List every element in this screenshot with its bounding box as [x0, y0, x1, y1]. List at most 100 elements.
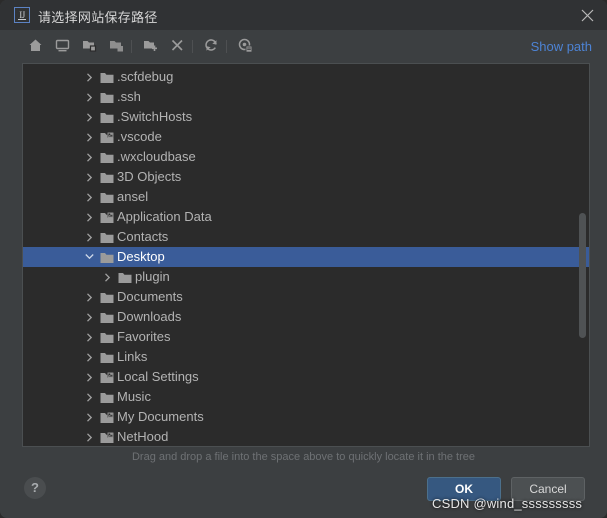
folder-icon — [100, 171, 114, 184]
tree-row[interactable]: My Documents — [23, 407, 589, 427]
tree-row-label: Application Data — [117, 209, 212, 224]
chevron-right-icon[interactable] — [82, 407, 96, 427]
tree-row-label: Desktop — [117, 249, 165, 264]
tree-row-label: My Documents — [117, 409, 204, 424]
folder-icon — [100, 151, 114, 164]
tree-row[interactable]: .scfdebug — [23, 67, 589, 87]
tree-row[interactable]: Downloads — [23, 307, 589, 327]
chevron-right-icon[interactable] — [82, 107, 96, 127]
toolbar: Show path — [0, 30, 607, 62]
refresh-icon[interactable] — [200, 35, 222, 57]
toolbar-separator — [226, 40, 227, 53]
tree-row[interactable]: Documents — [23, 287, 589, 307]
chevron-right-icon[interactable] — [82, 367, 96, 387]
chevron-right-icon[interactable] — [82, 87, 96, 107]
tree-row[interactable]: .vscode — [23, 127, 589, 147]
tree-row[interactable]: ansel — [23, 187, 589, 207]
tree-row[interactable]: 3D Objects — [23, 167, 589, 187]
chevron-right-icon[interactable] — [82, 167, 96, 187]
chevron-right-icon[interactable] — [82, 387, 96, 407]
tree-row-label: plugin — [135, 269, 170, 284]
folder-icon — [100, 191, 114, 204]
tree-row[interactable]: NetHood — [23, 427, 589, 446]
delete-icon[interactable] — [166, 35, 188, 57]
tree-row-list: .scfdebug .ssh .SwitchHosts .vscode .wxcloud… — [23, 67, 589, 446]
title-bar: IJ 请选择网站保存路径 — [0, 0, 607, 30]
tree-row[interactable]: .SwitchHosts — [23, 107, 589, 127]
tree-row-label: NetHood — [117, 429, 169, 444]
tree-row-label: 3D Objects — [117, 169, 182, 184]
folder-icon — [100, 91, 114, 104]
tree-row[interactable]: Links — [23, 347, 589, 367]
desktop-icon[interactable] — [51, 35, 73, 57]
tree-row-label: .vscode — [117, 129, 162, 144]
tree-row[interactable]: .wxcloudbase — [23, 147, 589, 167]
tree-row[interactable]: Application Data — [23, 207, 589, 227]
tree-row[interactable]: Local Settings — [23, 367, 589, 387]
folder-shortcut-icon — [100, 371, 114, 384]
chevron-right-icon[interactable] — [100, 267, 114, 287]
toolbar-separator — [131, 40, 132, 53]
tree-row-label: Local Settings — [117, 369, 199, 384]
chevron-right-icon[interactable] — [82, 127, 96, 147]
tree-row-label: .SwitchHosts — [117, 109, 193, 124]
folder-icon — [100, 71, 114, 84]
vertical-scrollbar[interactable] — [579, 65, 588, 445]
new-folder-icon[interactable] — [139, 35, 161, 57]
tree-row-label: Links — [117, 349, 148, 364]
folder-shortcut-icon — [100, 431, 114, 444]
tree-row[interactable]: Contacts — [23, 227, 589, 247]
folder-shortcut-icon — [100, 131, 114, 144]
home-icon[interactable] — [24, 35, 46, 57]
folder-icon — [100, 331, 114, 344]
folder-icon — [100, 111, 114, 124]
folder-shortcut-icon — [100, 411, 114, 424]
intellij-idea-icon: IJ — [14, 7, 30, 23]
collapse-all-icon[interactable] — [105, 35, 127, 57]
chevron-right-icon[interactable] — [82, 187, 96, 207]
folder-icon — [100, 351, 114, 364]
chevron-right-icon[interactable] — [82, 227, 96, 247]
dialog-title: 请选择网站保存路径 — [38, 10, 158, 25]
help-button[interactable]: ? — [24, 477, 46, 499]
tree-row[interactable]: .ssh — [23, 87, 589, 107]
chevron-right-icon[interactable] — [82, 207, 96, 227]
folder-icon — [100, 231, 114, 244]
chevron-right-icon[interactable] — [82, 347, 96, 367]
file-chooser-dialog: IJ 请选择网站保存路径 Show path .scfdebug .ssh .S… — [0, 0, 607, 518]
close-icon[interactable] — [575, 4, 599, 26]
tree-row[interactable]: Music — [23, 387, 589, 407]
tree-row-label: Favorites — [117, 329, 171, 344]
chevron-right-icon[interactable] — [82, 287, 96, 307]
tree-row-label: .ssh — [117, 89, 141, 104]
expand-all-icon[interactable] — [78, 35, 100, 57]
chevron-down-icon[interactable] — [82, 247, 96, 267]
watermark: CSDN @wind_sssssssss — [432, 496, 583, 511]
folder-icon — [100, 251, 114, 264]
chevron-right-icon[interactable] — [82, 427, 96, 446]
folder-icon — [118, 271, 132, 284]
folder-icon — [100, 291, 114, 304]
drag-drop-hint: Drag and drop a file into the space abov… — [131, 451, 476, 463]
tree-row-label: .wxcloudbase — [117, 149, 196, 164]
chevron-right-icon[interactable] — [82, 327, 96, 347]
tree-row-label: Contacts — [117, 229, 169, 244]
tree-row-label: Documents — [117, 289, 183, 304]
show-path-link[interactable]: Show path — [531, 39, 592, 54]
toolbar-separator — [192, 40, 193, 53]
tree-row[interactable]: plugin — [23, 267, 589, 287]
tree-row[interactable]: Desktop — [23, 247, 589, 267]
folder-icon — [100, 311, 114, 324]
tree-row-label: ansel — [117, 189, 149, 204]
directory-tree-panel: .scfdebug .ssh .SwitchHosts .vscode .wxcloud… — [22, 63, 590, 447]
tree-row-label: Music — [117, 389, 151, 404]
scrollbar-thumb[interactable] — [579, 213, 586, 338]
folder-icon — [100, 391, 114, 404]
chevron-right-icon[interactable] — [82, 67, 96, 87]
folder-shortcut-icon — [100, 211, 114, 224]
chevron-right-icon[interactable] — [82, 147, 96, 167]
tree-row-label: Downloads — [117, 309, 182, 324]
tree-row[interactable]: Favorites — [23, 327, 589, 347]
chevron-right-icon[interactable] — [82, 307, 96, 327]
show-hidden-files-icon[interactable] — [234, 35, 256, 57]
